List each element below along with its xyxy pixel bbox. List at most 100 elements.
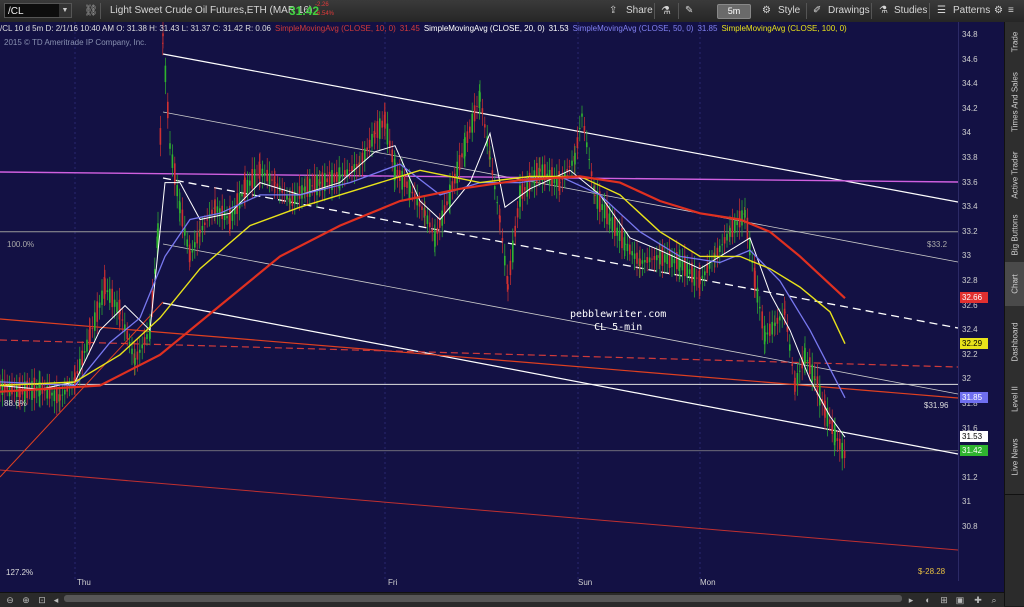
drawings-icon[interactable]: ✐ — [813, 0, 821, 22]
candle-body — [764, 332, 766, 342]
candle-body — [176, 185, 178, 197]
candle-body — [841, 442, 843, 459]
candle-body — [76, 370, 79, 374]
watermark-caption: CL 5-min — [594, 322, 643, 333]
candle-body — [696, 277, 698, 279]
candle-body — [368, 139, 371, 149]
price-chart-area[interactable] — [0, 21, 959, 581]
candle-body — [473, 105, 476, 122]
candle-body — [421, 206, 423, 211]
tab-label: Dashboard — [1010, 322, 1020, 362]
candle-body — [839, 438, 841, 450]
timeframe-button[interactable]: 5m — [717, 4, 751, 19]
candle-body — [436, 227, 439, 234]
scroll-left-icon[interactable]: ◂ — [50, 594, 62, 606]
candle-body — [159, 128, 162, 145]
candle-body — [509, 260, 512, 276]
symbol-description: Light Sweet Crude Oil Futures,ETH (MAR 1… — [110, 5, 313, 16]
tab-chart[interactable]: Chart — [1005, 262, 1024, 307]
right-panel-tabs: Trade Times And Sales Active Trader Big But… — [1004, 22, 1024, 606]
lock-icon[interactable]: ⊞ — [938, 594, 950, 606]
zoom-out-icon[interactable]: ⊖ — [4, 594, 16, 606]
chart-settings-icon[interactable]: ⚙ — [994, 0, 1003, 22]
time-axis[interactable] — [0, 581, 1004, 592]
candle-body — [771, 321, 773, 335]
time-scrollbar[interactable] — [64, 595, 902, 602]
share-icon[interactable]: ⇪ — [609, 0, 617, 22]
y-tick-label: 34.4 — [962, 79, 978, 89]
style-menu[interactable]: Style — [778, 0, 800, 22]
patterns-icon[interactable]: ☰ — [937, 0, 946, 22]
candle-body — [659, 250, 661, 265]
studies-icon[interactable]: ⚗ — [879, 0, 888, 22]
tab-trade[interactable]: Trade — [1005, 22, 1024, 63]
tab-level-ii[interactable]: Level II — [1005, 378, 1024, 421]
candle-body — [304, 186, 306, 192]
y-tick-label: 32.4 — [962, 325, 978, 335]
candle-body — [223, 211, 226, 221]
scrollbar-thumb[interactable] — [64, 595, 902, 602]
candle-body — [469, 126, 471, 133]
candle-body — [766, 332, 769, 335]
drawings-menu[interactable]: Drawings — [828, 0, 870, 22]
search-icon[interactable]: ⌕ — [988, 594, 1000, 606]
candle-body — [494, 186, 496, 190]
candle-body — [94, 312, 96, 331]
sma10-value: 31.45 — [399, 24, 420, 33]
studies-menu[interactable]: Studies — [894, 0, 927, 22]
tab-times-and-sales[interactable]: Times And Sales — [1005, 62, 1024, 143]
candle-body — [186, 239, 188, 247]
share-button[interactable]: Share — [626, 0, 653, 22]
candle-body — [779, 316, 781, 321]
drawing-tool-icon[interactable]: ✎ — [685, 0, 693, 22]
tab-dashboard[interactable]: Dashboard — [1005, 306, 1024, 379]
tab-label: Chart — [1010, 274, 1020, 294]
candle-body — [754, 270, 756, 290]
candle-body — [336, 171, 338, 182]
channel-lower — [162, 302, 959, 455]
symbol-dropdown-button[interactable]: ▼ — [59, 4, 71, 17]
candle-body — [171, 154, 174, 168]
candle-body — [199, 229, 201, 234]
candle-body — [376, 121, 379, 138]
tab-active-trader[interactable]: Active Trader — [1005, 142, 1024, 209]
candle-body — [244, 177, 246, 198]
y-tick-label: 33.6 — [962, 177, 978, 187]
symbol-text: /CL — [8, 6, 24, 17]
tab-big-buttons[interactable]: Big Buttons — [1005, 208, 1024, 263]
expand-icon[interactable]: ▣ — [954, 594, 966, 606]
tab-live-news[interactable]: Live News — [1005, 420, 1024, 495]
candle-body — [241, 193, 243, 197]
candle-body — [804, 347, 806, 364]
style-icon[interactable]: ⚙ — [762, 0, 771, 22]
drawing-hide-icon[interactable]: ◐ — [922, 594, 934, 606]
candle-body — [571, 160, 573, 166]
candle-body — [814, 378, 816, 381]
candle-body — [346, 169, 348, 176]
candle-body — [261, 168, 264, 177]
candle-body — [583, 126, 586, 133]
candle-body — [756, 287, 759, 303]
fit-icon[interactable]: ⊡ — [36, 594, 48, 606]
price-axis[interactable]: 34.8 34.6 34.4 34.2 34 33.8 33.6 33.4 33.2 33 32.8… — [958, 22, 1005, 581]
candle-body — [341, 174, 344, 176]
menu-icon[interactable]: ≡ — [1008, 0, 1014, 22]
price-chart-canvas[interactable] — [0, 21, 959, 581]
candle-body — [824, 400, 826, 418]
candle-body — [236, 193, 238, 214]
scroll-right-icon[interactable]: ▸ — [905, 594, 917, 606]
link-icon[interactable]: ⛓ — [84, 0, 98, 22]
zoom-in-icon[interactable]: ⊕ — [20, 594, 32, 606]
candle-body — [371, 133, 373, 147]
candle-body — [86, 339, 88, 352]
y-tick-label: 33.8 — [962, 153, 978, 162]
flask-icon[interactable]: ⚗ — [661, 0, 671, 22]
candle-body — [146, 334, 148, 340]
y-tick-label: 32.8 — [962, 276, 978, 285]
patterns-menu[interactable]: Patterns — [953, 0, 990, 22]
crosshair-icon[interactable]: ✚ — [972, 594, 984, 606]
candle-body — [666, 254, 668, 264]
study-info-bar: /CL 10 d 5m D: 2/1/16 10:40 AM O: 31.38 … — [0, 22, 958, 35]
candle-body — [590, 171, 593, 177]
candle-body — [374, 132, 376, 134]
